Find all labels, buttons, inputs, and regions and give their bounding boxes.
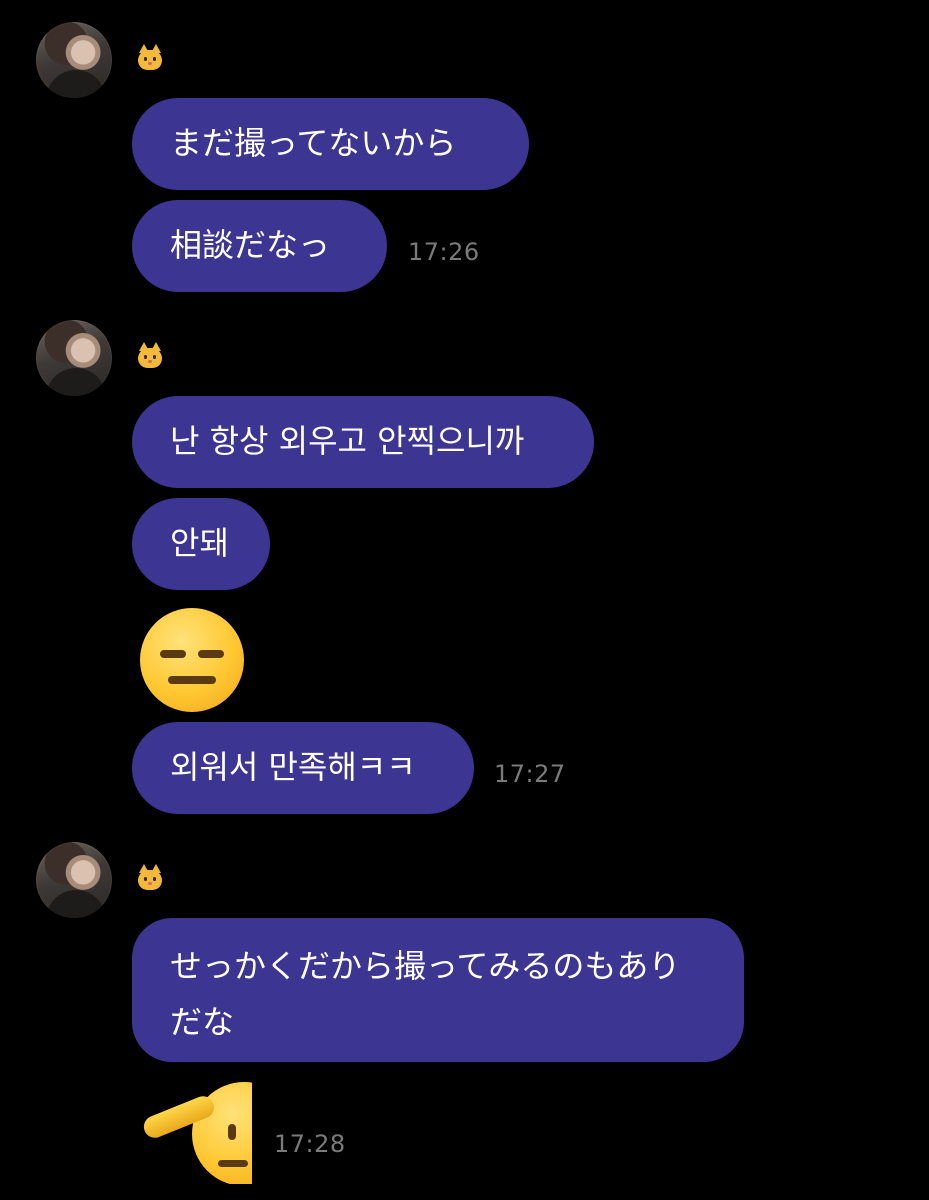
- cat-face-icon: [136, 44, 164, 74]
- sender-avatar[interactable]: [36, 22, 112, 98]
- message-bubble[interactable]: 난 항상 외우고 안찍으니까: [132, 396, 594, 488]
- cat-face-icon: [136, 864, 164, 894]
- chat-screen: まだ撮ってないから 相談だなっ 17:26 난 항상 외우고 안찍으니까 안돼 …: [0, 0, 929, 1200]
- message-bubble[interactable]: せっかくだから撮ってみるのもありだな: [132, 918, 744, 1062]
- expressionless-face-icon[interactable]: [140, 608, 244, 712]
- message-bubble[interactable]: まだ撮ってないから: [132, 98, 529, 190]
- message-bubble[interactable]: 相談だなっ: [132, 200, 387, 292]
- saluting-face-icon[interactable]: [140, 1080, 252, 1184]
- message-timestamp: 17:28: [274, 1130, 346, 1158]
- message-bubble[interactable]: 안돼: [132, 498, 270, 590]
- message-timestamp: 17:26: [408, 238, 480, 266]
- sender-avatar[interactable]: [36, 320, 112, 396]
- message-timestamp: 17:27: [494, 760, 566, 788]
- message-bubble[interactable]: 외워서 만족해ㅋㅋ: [132, 722, 474, 814]
- cat-face-icon: [136, 342, 164, 372]
- sender-avatar[interactable]: [36, 842, 112, 918]
